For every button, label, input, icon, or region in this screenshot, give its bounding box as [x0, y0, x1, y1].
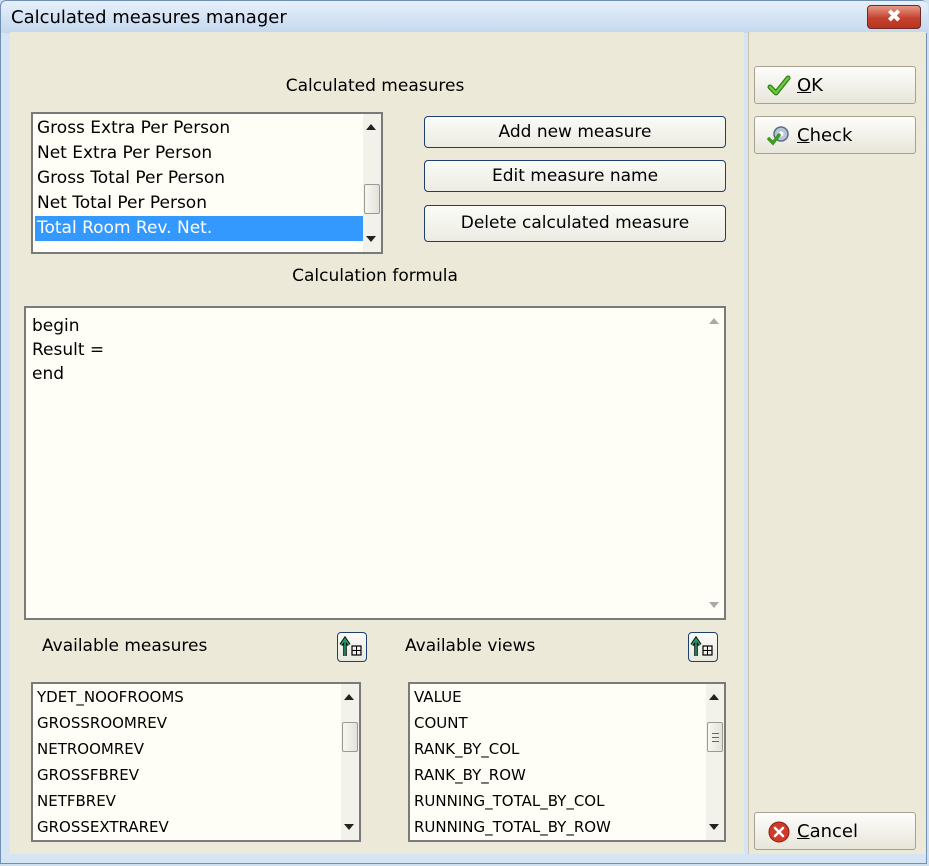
- scrollbar-thumb[interactable]: [364, 184, 380, 214]
- scroll-down-icon[interactable]: [344, 824, 354, 830]
- check-gear-icon: [767, 126, 789, 146]
- calculation-formula-label: Calculation formula: [292, 266, 458, 286]
- list-item[interactable]: GROSSFBREV: [35, 762, 341, 788]
- add-new-measure-button[interactable]: Add new measure: [424, 116, 726, 148]
- insert-measure-button[interactable]: [337, 632, 367, 662]
- list-item[interactable]: COUNT: [412, 710, 706, 736]
- scroll-down-icon[interactable]: [709, 824, 719, 830]
- calculated-measures-label: Calculated measures: [285, 76, 465, 96]
- scroll-down-icon[interactable]: [709, 602, 719, 608]
- check-label: Check: [797, 125, 852, 146]
- list-item[interactable]: Net Total Per Person: [35, 191, 363, 216]
- available-measures-list[interactable]: YDET_NOOFROOMS GROSSROOMREV NETROOMREV G…: [31, 682, 361, 842]
- list-item[interactable]: VALUE: [412, 684, 706, 710]
- scrollbar-thumb[interactable]: [707, 722, 723, 752]
- insert-arrow-icon: [339, 635, 362, 656]
- list-item[interactable]: Net Extra Per Person: [35, 141, 363, 166]
- list-item[interactable]: GROSSEXTRAREV: [35, 814, 341, 840]
- delete-calculated-measure-button[interactable]: Delete calculated measure: [424, 205, 726, 242]
- cancel-label: Cancel: [797, 821, 858, 842]
- list-item[interactable]: RUNNING_TOTAL_BY_COL: [412, 788, 706, 814]
- formula-line: Result =: [32, 340, 105, 360]
- scroll-up-icon[interactable]: [709, 694, 719, 700]
- check-mnemonic: C: [797, 125, 810, 146]
- available-views-items: VALUE COUNT RANK_BY_COL RANK_BY_ROW RUNN…: [412, 684, 706, 840]
- cancel-button[interactable]: Cancel: [754, 812, 916, 850]
- window-title: Calculated measures manager: [11, 7, 287, 28]
- scroll-up-icon[interactable]: [344, 694, 354, 700]
- insert-arrow-icon: [690, 635, 713, 656]
- formula-editor[interactable]: begin Result = end: [24, 306, 726, 620]
- scroll-up-icon[interactable]: [366, 124, 376, 130]
- available-views-list[interactable]: VALUE COUNT RANK_BY_COL RANK_BY_ROW RUNN…: [408, 682, 726, 842]
- available-measures-scrollbar[interactable]: [341, 684, 359, 840]
- calculated-measures-scrollbar[interactable]: [363, 114, 381, 252]
- calculated-measures-items: Gross Extra Per Person Net Extra Per Per…: [35, 116, 363, 241]
- ok-check-icon: [767, 75, 791, 96]
- scroll-up-icon[interactable]: [709, 318, 719, 324]
- close-icon: ✖: [886, 6, 902, 27]
- title-bar: Calculated measures manager ✖: [1, 1, 928, 33]
- ok-label-rest: K: [811, 75, 823, 96]
- scrollbar-thumb[interactable]: [342, 722, 358, 752]
- edit-measure-name-button[interactable]: Edit measure name: [424, 160, 726, 192]
- ok-button[interactable]: OK: [754, 66, 916, 104]
- ok-mnemonic: O: [797, 75, 812, 96]
- list-item[interactable]: NETFBREV: [35, 788, 341, 814]
- available-views-label: Available views: [405, 636, 536, 656]
- check-label-rest: heck: [809, 125, 853, 146]
- cancel-label-rest: ancel: [809, 821, 858, 842]
- formula-line: end: [32, 364, 65, 384]
- list-item[interactable]: RANK_BY_COL: [412, 736, 706, 762]
- list-item[interactable]: GROSSROOMREV: [35, 710, 341, 736]
- list-item[interactable]: YDET_NOOFROOMS: [35, 684, 341, 710]
- close-button[interactable]: ✖: [867, 5, 921, 29]
- scroll-down-icon[interactable]: [366, 236, 376, 242]
- list-item[interactable]: RANK_BY_ROW: [412, 762, 706, 788]
- formula-line: begin: [32, 316, 80, 336]
- formula-scrollbar[interactable]: [706, 308, 724, 618]
- available-measures-label: Available measures: [42, 636, 208, 656]
- cancel-mnemonic: C: [797, 821, 810, 842]
- available-views-scrollbar[interactable]: [706, 684, 724, 840]
- list-item[interactable]: Gross Total Per Person: [35, 166, 363, 191]
- insert-view-button[interactable]: [688, 632, 718, 662]
- calculated-measures-list[interactable]: Gross Extra Per Person Net Extra Per Per…: [31, 112, 383, 254]
- check-button[interactable]: Check: [754, 116, 916, 154]
- list-item[interactable]: RUNNING_TOTAL_BY_ROW: [412, 814, 706, 840]
- formula-text: begin Result = end: [32, 314, 104, 386]
- ok-label: OK: [797, 75, 823, 96]
- list-item-selected[interactable]: Total Room Rev. Net.: [35, 216, 363, 241]
- side-panel: [748, 32, 926, 854]
- cancel-icon: [768, 821, 790, 843]
- list-item[interactable]: NETROOMREV: [35, 736, 341, 762]
- available-measures-items: YDET_NOOFROOMS GROSSROOMREV NETROOMREV G…: [35, 684, 341, 840]
- list-item[interactable]: Gross Extra Per Person: [35, 116, 363, 141]
